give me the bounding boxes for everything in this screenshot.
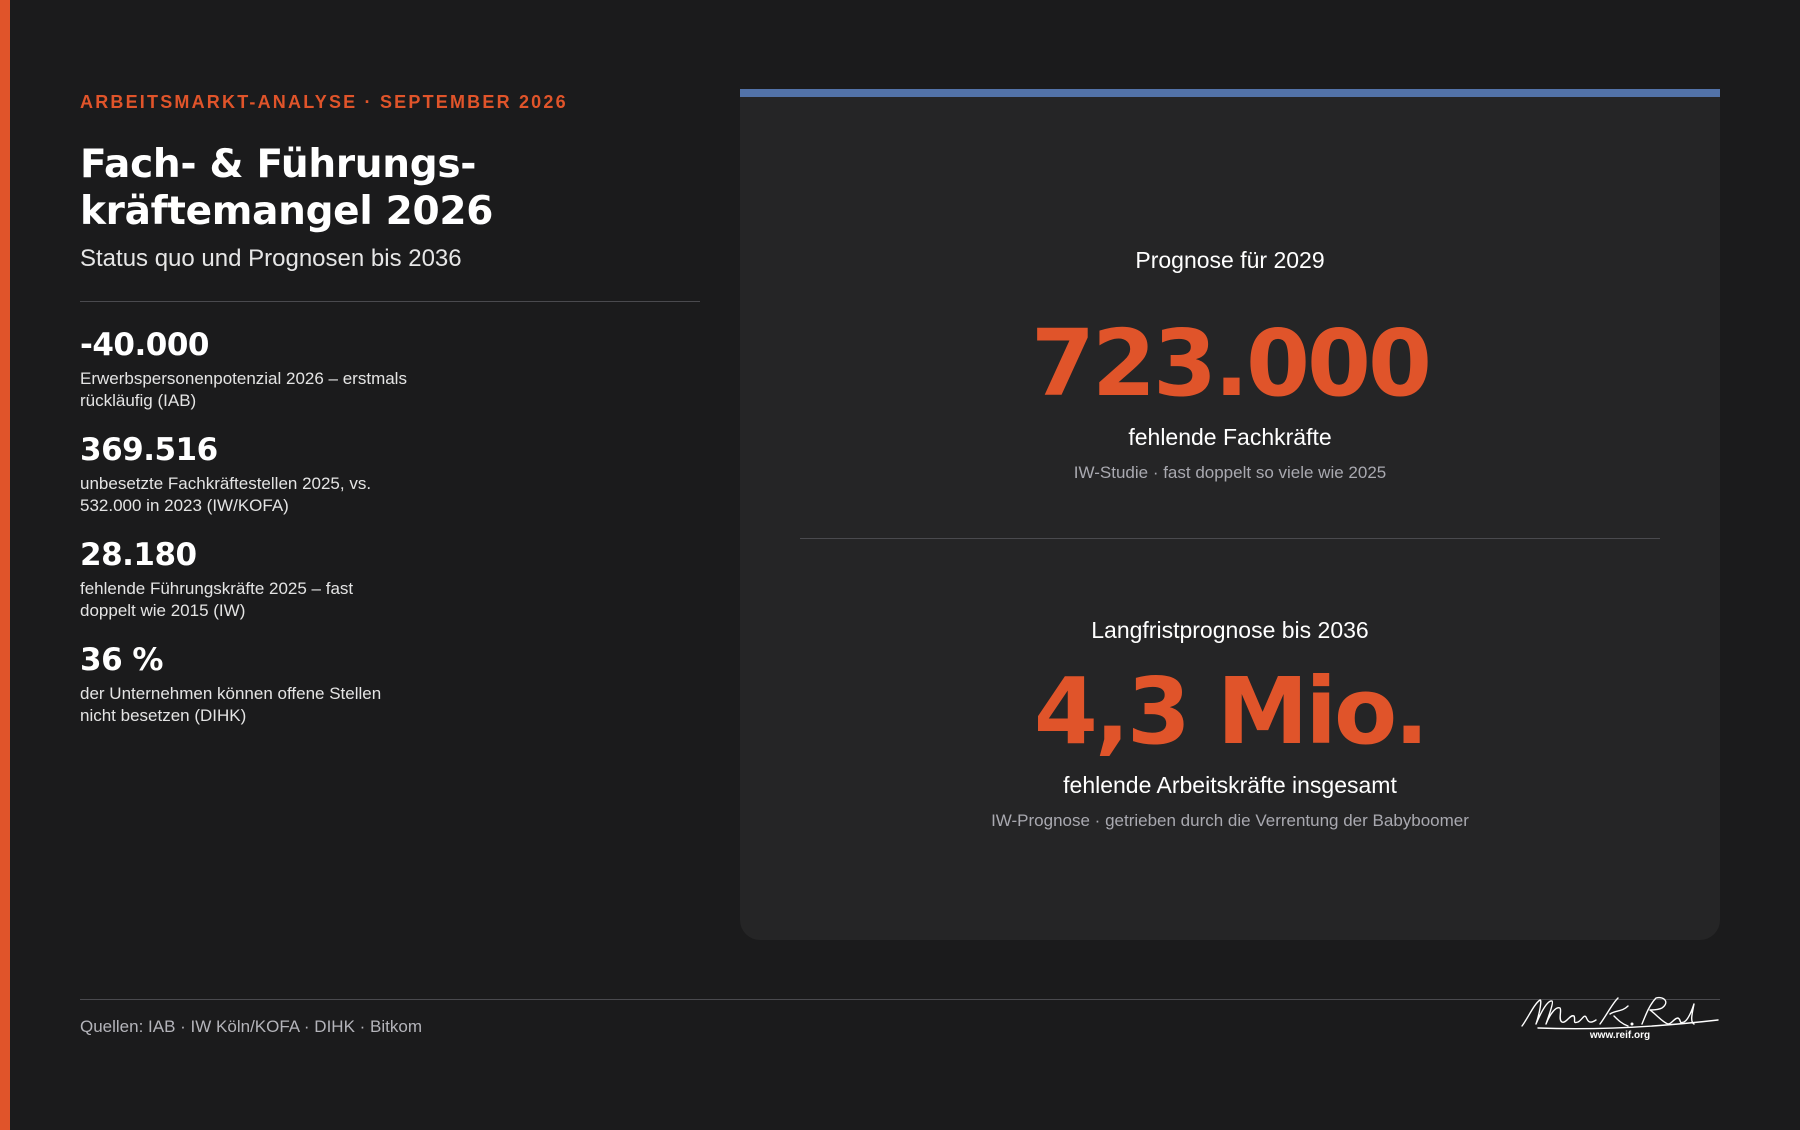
forecast-card: Prognose für 2029 723.000 fehlende Fachk… [740,89,1720,940]
stat-item: 369.516 unbesetzte Fachkräftestellen 202… [80,431,700,517]
stat-description-line: Erwerbspersonenpotenzial 2026 – erstmals [80,369,407,388]
stat-value: 28.180 [80,537,197,573]
page-subtitle: Status quo und Prognosen bis 2036 [80,245,462,272]
stat-value: 369.516 [80,432,218,468]
forecast-2029-block: Prognose für 2029 723.000 fehlende Fachk… [740,247,1720,483]
forecast-2036-block: Langfristprognose bis 2036 4,3 Mio. fehl… [740,617,1720,831]
page-title: Fach- & Führungs- kräftemangel 2026 [80,141,700,235]
title-line-1: Fach- & Führungs- [80,142,477,187]
forecast-2036-label: Langfristprognose bis 2036 [1091,617,1369,643]
stat-description-line: 532.000 in 2023 (IW/KOFA) [80,496,289,515]
stat-description: der Unternehmen können offene Stellen ni… [80,683,450,727]
stats-list: -40.000 Erwerbspersonenpotenzial 2026 – … [80,326,700,727]
stat-description-line: unbesetzte Fachkräftestellen 2025, vs. [80,474,372,493]
stat-value: -40.000 [80,327,210,363]
forecast-2029-value: 723.000 [1030,310,1432,417]
stat-value: 36 % [80,642,164,678]
forecast-2036-value: 4,3 Mio. [1033,658,1429,765]
stat-description-line: doppelt wie 2015 (IW) [80,601,246,620]
stat-description-line: rückläufig (IAB) [80,391,197,410]
stat-item: 28.180 fehlende Führungskräfte 2025 – fa… [80,536,700,622]
forecast-2036-source: IW-Prognose · getrieben durch die Verren… [991,811,1469,830]
card-top-accent [740,89,1720,97]
stat-description: Erwerbspersonenpotenzial 2026 – erstmals… [80,368,450,412]
footer-sources: Quellen: IAB · IW Köln/KOFA · DIHK · Bit… [80,1017,422,1036]
stat-description: unbesetzte Fachkräftestellen 2025, vs. 5… [80,473,450,517]
forecast-2029-caption: fehlende Fachkräfte [1128,424,1332,450]
forecast-2036-caption: fehlende Arbeitskräfte insgesamt [1063,772,1397,798]
eyebrow: ARBEITSMARKT-ANALYSE · SEPTEMBER 2026 [80,92,568,112]
footer-divider [80,999,1720,1000]
accent-bar [0,0,10,1130]
title-line-2: kräftemangel 2026 [80,189,494,234]
stat-item: -40.000 Erwerbspersonenpotenzial 2026 – … [80,326,700,412]
stat-description-line: fehlende Führungskräfte 2025 – fast [80,579,354,598]
stat-description: fehlende Führungskräfte 2025 – fast dopp… [80,578,450,622]
stat-description-line: der Unternehmen können offene Stellen [80,684,382,703]
header-divider [80,301,700,302]
stat-description-line: nicht besetzen (DIHK) [80,706,247,725]
signature-url: www.reif.org [1589,1030,1651,1041]
forecast-2029-label: Prognose für 2029 [1135,247,1325,273]
left-panel: ARBEITSMARKT-ANALYSE · SEPTEMBER 2026 Fa… [80,92,700,746]
card-divider [800,538,1660,539]
forecast-2029-source: IW-Studie · fast doppelt so viele wie 20… [1073,463,1387,482]
stat-item: 36 % der Unternehmen können offene Stell… [80,641,700,727]
